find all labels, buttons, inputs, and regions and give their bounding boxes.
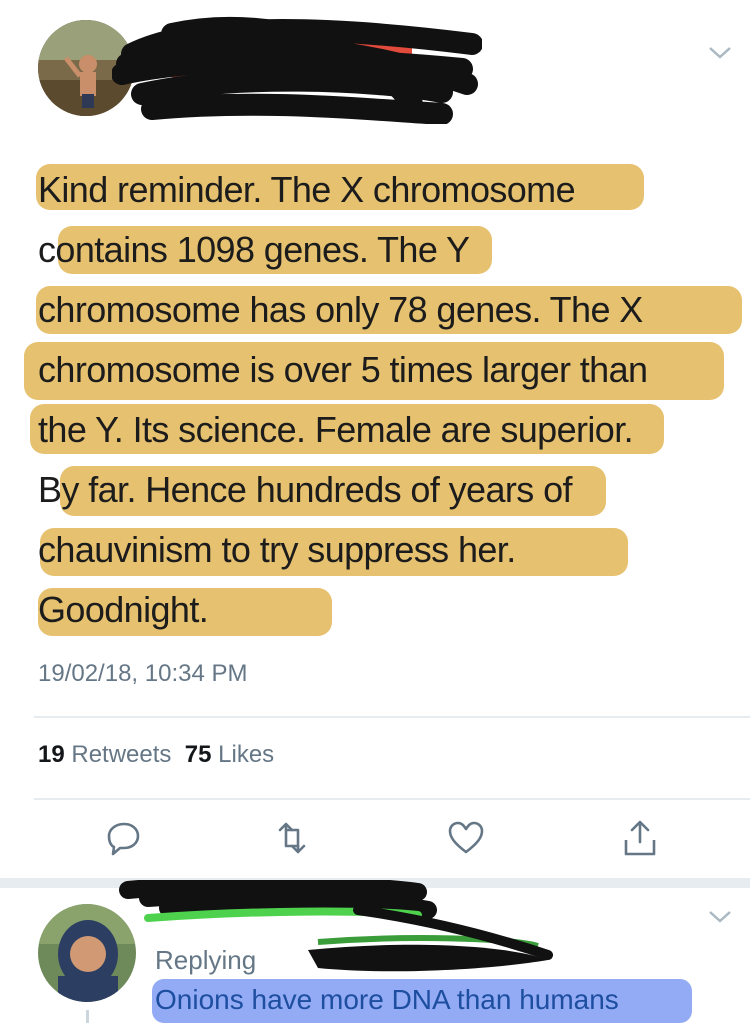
heart-icon[interactable] — [446, 818, 486, 858]
retweet-icon[interactable] — [272, 818, 312, 858]
tweet-line: chauvinism to try suppress her. — [38, 529, 516, 570]
tweet-line: Kind reminder. The X chromosome — [38, 169, 576, 210]
redacted-name-scribble — [112, 16, 482, 124]
tweet-stats: 19 Retweets 75 Likes — [38, 741, 274, 769]
tweet-line: chromosome has only 78 genes. The X — [38, 289, 643, 330]
retweets-label[interactable]: Retweets — [71, 741, 171, 768]
divider — [34, 798, 750, 800]
likes-count[interactable]: 75 — [185, 741, 212, 768]
thread-line — [86, 1010, 89, 1023]
chevron-down-icon[interactable] — [706, 906, 734, 926]
tweet-line: chromosome is over 5 times larger than — [38, 349, 648, 390]
tweet-timestamp: 19/02/18, 10:34 PM — [38, 660, 248, 687]
likes-label[interactable]: Likes — [218, 741, 274, 768]
chevron-down-icon[interactable] — [706, 42, 734, 62]
tweet-line: By far. Hence hundreds of years of — [38, 469, 573, 510]
tweet-body: Kind reminder. The X chromosome contains… — [38, 160, 738, 640]
tweet-line: Goodnight. — [38, 589, 209, 630]
share-icon[interactable] — [620, 818, 660, 858]
divider — [34, 716, 750, 718]
tweet-action-bar — [0, 818, 750, 862]
retweets-count[interactable]: 19 — [38, 741, 65, 768]
reply-body: Onions have more DNA than humans — [155, 984, 619, 1015]
replying-to-label: Replying — [155, 945, 257, 975]
tweet-line: contains 1098 genes. The Y — [38, 229, 470, 270]
reply-icon[interactable] — [104, 818, 144, 858]
tweet-line: the Y. Its science. Female are superior. — [38, 409, 634, 450]
